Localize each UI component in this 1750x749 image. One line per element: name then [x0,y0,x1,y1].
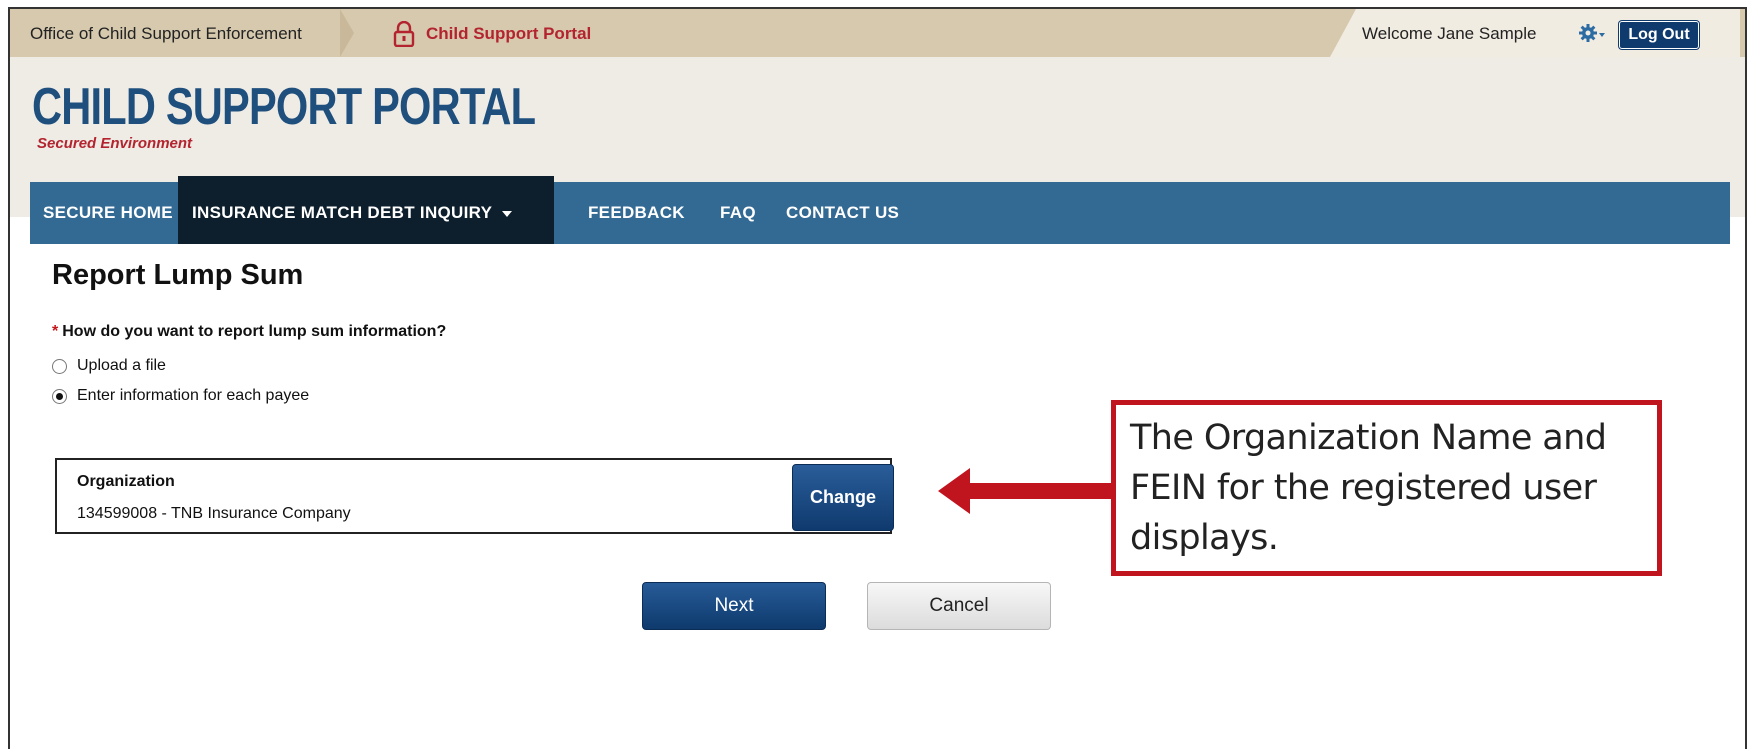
breadcrumb-separator [340,9,354,57]
option-upload-file-label: Upload a file [77,357,166,374]
nav-secure-home[interactable]: SECURE HOME [43,182,173,244]
logout-button[interactable]: Log Out [1619,21,1699,49]
breadcrumb-portal[interactable]: Child Support Portal [426,24,591,44]
cancel-button[interactable]: Cancel [867,582,1051,630]
portal-logo-title: CHILD SUPPORT PORTAL [32,78,536,136]
radio-enter-each-payee[interactable] [52,388,67,404]
report-method-question: * How do you want to report lump sum info… [52,323,446,341]
nav-feedback[interactable]: FEEDBACK [588,182,685,244]
annotation-callout-text: The Organization Name and FEIN for the r… [1130,418,1607,558]
nav-insurance-match[interactable]: INSURANCE MATCH DEBT INQUIRY [192,182,513,244]
organization-label: Organization [77,473,175,490]
nav-contact-us[interactable]: CONTACT US [786,182,899,244]
change-organization-button[interactable]: Change [792,464,894,531]
nav-insurance-match-label: INSURANCE MATCH DEBT INQUIRY [192,203,493,222]
welcome-text: Welcome Jane Sample [1362,24,1537,43]
left-arrow-icon [938,468,1113,514]
option-upload-file[interactable]: Upload a file [52,357,166,375]
page-title: Report Lump Sum [52,259,304,291]
screenshot-frame: Office of Child Support Enforcement Chil… [8,7,1747,749]
annotation-callout: The Organization Name and FEIN for the r… [1111,400,1662,576]
gear-icon[interactable] [1578,23,1608,43]
radio-upload-file[interactable] [52,358,67,374]
option-enter-each-payee[interactable]: Enter information for each payee [52,387,309,405]
portal-logo-subtitle: Secured Environment [37,135,193,152]
lock-icon [393,21,415,47]
organization-value: 134599008 - TNB Insurance Company [77,505,351,522]
breadcrumb-office[interactable]: Office of Child Support Enforcement [30,24,302,44]
required-marker: * [52,323,59,340]
caret-down-icon [502,210,513,217]
nav-faq[interactable]: FAQ [720,182,756,244]
next-button[interactable]: Next [642,582,826,630]
organization-box: Organization 134599008 - TNB Insurance C… [55,458,894,534]
question-label: How do you want to report lump sum infor… [62,323,447,340]
option-enter-each-payee-label: Enter information for each payee [77,387,310,404]
